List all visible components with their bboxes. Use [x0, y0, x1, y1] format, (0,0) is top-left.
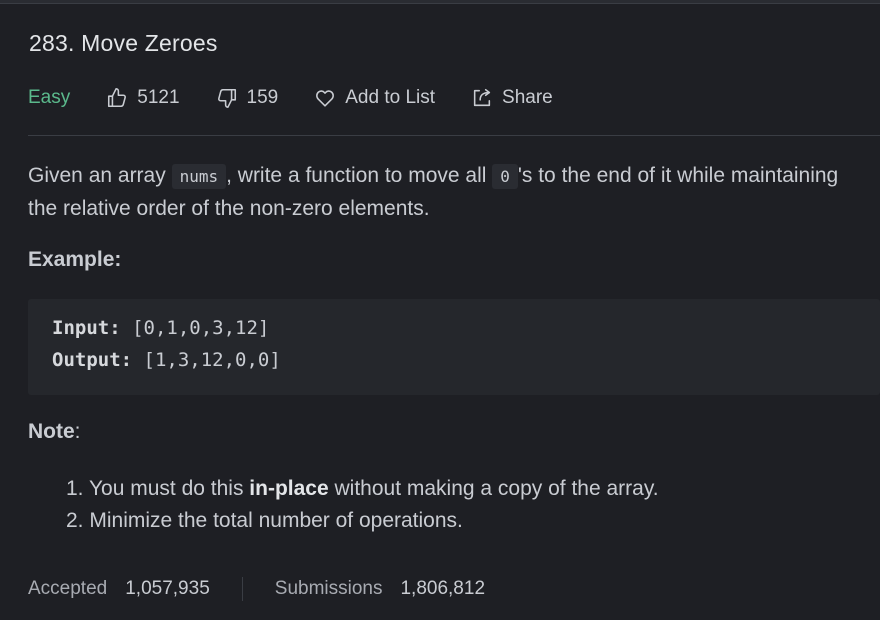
share-button[interactable]: Share [471, 87, 553, 109]
add-to-list-label: Add to List [345, 87, 436, 108]
add-to-list-button[interactable]: Add to List [314, 87, 435, 109]
top-border [0, 0, 880, 4]
like-button[interactable]: 5121 [106, 87, 180, 109]
note-list: 1. You must do this in-place without mak… [66, 473, 659, 537]
share-icon [473, 88, 491, 107]
accepted-label: Accepted [28, 578, 108, 599]
inline-code-zero: 0 [492, 164, 518, 189]
problem-toolbar: Easy 5121 159 Add to List Share [28, 83, 589, 113]
list-item: 2. Minimize the total number of operatio… [66, 505, 659, 537]
example-input-line: Input: [0,1,0,3,12] [52, 317, 269, 339]
list-item-number: 2. [66, 509, 90, 532]
dislike-button[interactable]: 159 [216, 87, 279, 109]
like-count: 5121 [137, 87, 180, 108]
output-label: Output: [52, 349, 133, 371]
example-output-line: Output: [1,3,12,0,0] [52, 349, 281, 371]
example-heading: Example: [28, 248, 122, 271]
thumbs-down-icon [217, 88, 236, 108]
header-divider [28, 135, 880, 136]
output-value: [1,3,12,0,0] [132, 349, 281, 371]
description-text: Given an array [28, 164, 172, 187]
inline-code-nums: nums [171, 164, 227, 189]
input-label: Input: [52, 317, 121, 339]
input-value: [0,1,0,3,12] [120, 317, 270, 339]
list-item-number: 1. [66, 477, 89, 500]
accepted-value: 1,057,935 [125, 578, 210, 599]
note-heading-colon: : [74, 420, 81, 443]
note-heading-text: Note [28, 420, 75, 443]
share-label: Share [502, 87, 553, 108]
heart-icon [316, 90, 335, 107]
stats-divider [241, 577, 243, 601]
submissions-value: 1,806,812 [400, 578, 486, 599]
list-item: 1. You must do this in-place without mak… [66, 473, 659, 505]
dislike-count: 159 [246, 87, 279, 108]
note-heading: Note: [28, 420, 81, 444]
difficulty-badge: Easy [28, 87, 71, 108]
thumbs-up-icon [108, 88, 127, 108]
example-code-block: Input: [0,1,0,3,12] Output: [1,3,12,0,0] [28, 299, 880, 395]
list-item-bold: in-place [249, 477, 329, 500]
submission-stats: Accepted 1,057,935 Submissions 1,806,812 [28, 577, 485, 601]
list-item-text: You must do this [88, 477, 250, 500]
problem-description: Given an array nums, write a function to… [28, 160, 848, 225]
list-item-text: Minimize the total number of operations. [89, 509, 463, 532]
description-text: , write a function to move all [226, 164, 493, 187]
submissions-label: Submissions [274, 578, 383, 599]
list-item-text: without making a copy of the array. [328, 477, 659, 500]
problem-title: 283. Move Zeroes [29, 30, 218, 56]
